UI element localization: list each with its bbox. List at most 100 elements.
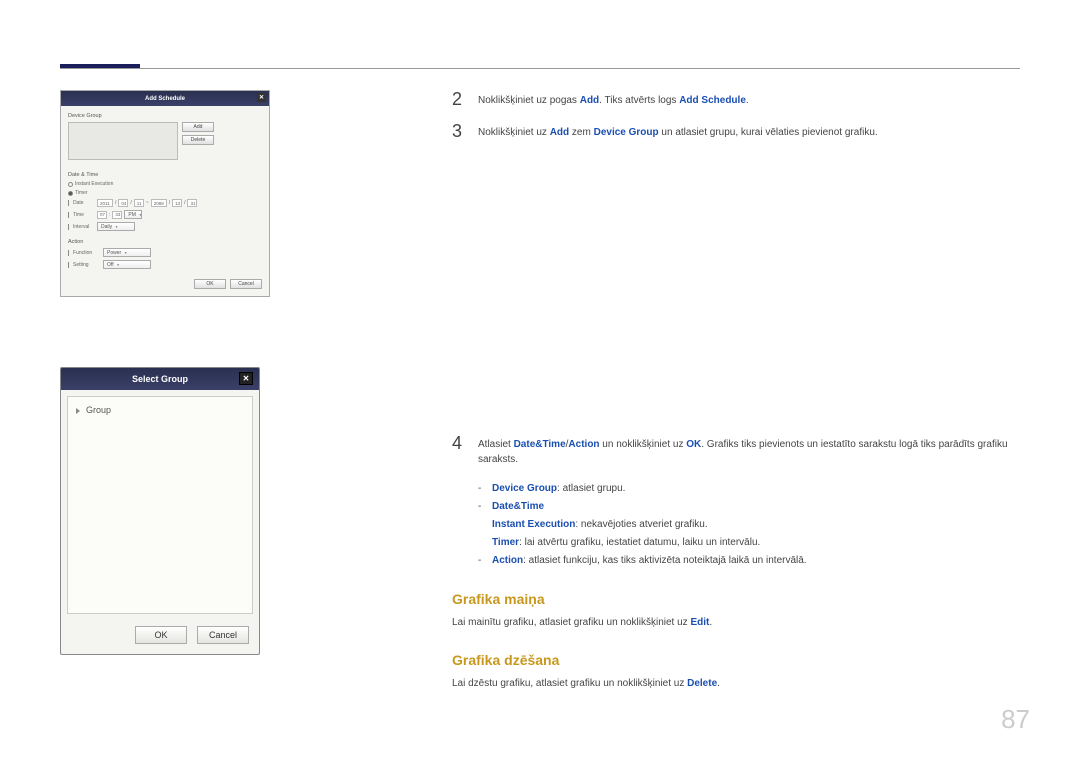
date-day-from[interactable]: 11 bbox=[134, 199, 144, 207]
time-ampm-select[interactable]: PM bbox=[124, 210, 142, 219]
action-term: Action bbox=[568, 439, 599, 450]
device-group-term: Device Group bbox=[492, 483, 557, 494]
ok-button[interactable]: OK bbox=[194, 279, 226, 289]
date-year-from[interactable]: 2011 bbox=[97, 199, 113, 207]
step-text: Atlasiet bbox=[478, 439, 514, 450]
list-text: : atlasiet grupu. bbox=[557, 483, 625, 494]
add-schedule-term: Add Schedule bbox=[679, 95, 746, 106]
spacer bbox=[452, 154, 1020, 434]
timer-term: Timer bbox=[492, 537, 519, 548]
cancel-button[interactable]: Cancel bbox=[230, 279, 262, 289]
bar-icon bbox=[68, 250, 69, 256]
group-root-label: Group bbox=[86, 405, 111, 415]
radio-icon bbox=[68, 191, 73, 196]
ok-button[interactable]: OK bbox=[135, 626, 187, 644]
date-time-term: Date&Time bbox=[492, 501, 544, 512]
action-term: Action bbox=[492, 555, 523, 566]
step-number: 2 bbox=[452, 90, 478, 108]
list-item: - Action: atlasiet funkciju, kas tiks ak… bbox=[478, 553, 1020, 569]
step-2: 2 Noklikšķiniet uz pogas Add. Tiks atvēr… bbox=[452, 90, 1020, 108]
device-group-label: Device Group bbox=[68, 113, 262, 119]
text-column: 2 Noklikšķiniet uz pogas Add. Tiks atvēr… bbox=[452, 90, 1020, 697]
interval-field-label: Interval bbox=[73, 224, 95, 230]
bar-icon bbox=[68, 200, 69, 206]
cancel-button[interactable]: Cancel bbox=[197, 626, 249, 644]
step-number: 3 bbox=[452, 122, 478, 140]
paragraph: Lai dzēstu grafiku, atlasiet grafiku un … bbox=[452, 676, 1020, 691]
interval-select[interactable]: Daily bbox=[97, 222, 135, 231]
ok-term: OK bbox=[686, 439, 701, 450]
select-group-dialog: Select Group ✕ Group OK Cancel bbox=[60, 367, 260, 655]
list-text: : atlasiet funkciju, kas tiks aktivizēta… bbox=[523, 555, 806, 566]
dialog-body: Device Group Add Delete Date & Time Inst… bbox=[61, 106, 269, 296]
instant-execution-radio[interactable]: Instant Execution bbox=[68, 181, 262, 187]
action-label: Action bbox=[68, 239, 262, 245]
step-text: Noklikšķiniet uz bbox=[478, 127, 550, 138]
date-day-to[interactable]: 31 bbox=[187, 199, 197, 207]
step-text: zem bbox=[569, 127, 593, 138]
instant-execution-label: Instant Execution bbox=[75, 181, 113, 187]
list-item: Instant Execution: nekavējoties atveriet… bbox=[478, 517, 1020, 533]
dialog-title-bar: Add Schedule ✕ bbox=[61, 91, 269, 106]
device-group-list[interactable] bbox=[68, 122, 178, 160]
body-text: Lai dzēstu grafiku, atlasiet grafiku un … bbox=[452, 678, 687, 689]
add-schedule-dialog: Add Schedule ✕ Device Group Add Delete D… bbox=[60, 90, 270, 297]
close-icon[interactable]: ✕ bbox=[257, 93, 266, 102]
date-time-label: Date & Time bbox=[68, 172, 262, 178]
radio-icon bbox=[68, 182, 73, 187]
list-text: : nekavējoties atveriet grafiku. bbox=[575, 519, 707, 530]
setting-field-label: Setting bbox=[73, 262, 101, 268]
step-text: un atlasiet grupu, kurai vēlaties pievie… bbox=[659, 127, 878, 138]
timer-label: Timer bbox=[75, 190, 88, 196]
step-text: . bbox=[746, 95, 749, 106]
step-number: 4 bbox=[452, 434, 478, 452]
body-text: Lai mainītu grafiku, atlasiet grafiku un… bbox=[452, 617, 690, 628]
setting-select[interactable]: Off bbox=[103, 260, 151, 269]
step-text: . Tiks atvērts logs bbox=[599, 95, 679, 106]
group-tree[interactable]: Group bbox=[67, 396, 253, 614]
delete-term: Delete bbox=[687, 678, 717, 689]
bar-icon bbox=[68, 224, 69, 230]
time-hour[interactable]: 07 bbox=[97, 211, 107, 219]
delete-button[interactable]: Delete bbox=[182, 135, 214, 145]
date-time-term: Date&Time bbox=[514, 439, 566, 450]
step-3: 3 Noklikšķiniet uz Add zem Device Group … bbox=[452, 122, 1020, 140]
left-column: Add Schedule ✕ Device Group Add Delete D… bbox=[60, 90, 270, 655]
step4-sublist: - Device Group: atlasiet grupu. - Date&T… bbox=[478, 481, 1020, 569]
heading-grafika-dzesana: Grafika dzēšana bbox=[452, 652, 1020, 668]
dialog-title: Add Schedule bbox=[145, 96, 185, 102]
range-separator: ~ bbox=[146, 200, 149, 206]
list-item: Timer: lai atvērtu grafiku, iestatiet da… bbox=[478, 535, 1020, 551]
step-4: 4 Atlasiet Date&Time/Action un noklikšķi… bbox=[452, 434, 1020, 467]
page-header-rule bbox=[60, 68, 1020, 69]
edit-term: Edit bbox=[690, 617, 709, 628]
step-text: Noklikšķiniet uz pogas bbox=[478, 95, 580, 106]
bar-icon bbox=[68, 212, 69, 218]
time-minute[interactable]: 33 bbox=[112, 211, 122, 219]
date-month-from[interactable]: 04 bbox=[118, 199, 128, 207]
heading-grafika-maina: Grafika maiņa bbox=[452, 591, 1020, 607]
function-select[interactable]: Power bbox=[103, 248, 151, 257]
bar-icon bbox=[68, 262, 69, 268]
page-number: 87 bbox=[1001, 704, 1030, 735]
list-item: - Date&Time bbox=[478, 499, 1020, 515]
dialog-title: Select Group bbox=[132, 374, 188, 384]
close-icon[interactable]: ✕ bbox=[239, 372, 253, 385]
body-text: . bbox=[717, 678, 720, 689]
add-term: Add bbox=[550, 127, 569, 138]
body-text: . bbox=[709, 617, 712, 628]
time-field-label: Time bbox=[73, 212, 95, 218]
date-field-label: Date bbox=[73, 200, 95, 206]
timer-radio[interactable]: Timer bbox=[68, 190, 262, 196]
device-group-term: Device Group bbox=[594, 127, 659, 138]
add-button[interactable]: Add bbox=[182, 122, 214, 132]
function-field-label: Function bbox=[73, 250, 101, 256]
date-month-to[interactable]: 13 bbox=[172, 199, 182, 207]
add-term: Add bbox=[580, 95, 599, 106]
date-year-to[interactable]: 2088 bbox=[151, 199, 167, 207]
dialog-title-bar: Select Group ✕ bbox=[61, 368, 259, 390]
tree-collapse-icon bbox=[76, 408, 80, 414]
list-text: : lai atvērtu grafiku, iestatiet datumu,… bbox=[519, 537, 760, 548]
step-text: un noklikšķiniet uz bbox=[600, 439, 687, 450]
list-item: - Device Group: atlasiet grupu. bbox=[478, 481, 1020, 497]
